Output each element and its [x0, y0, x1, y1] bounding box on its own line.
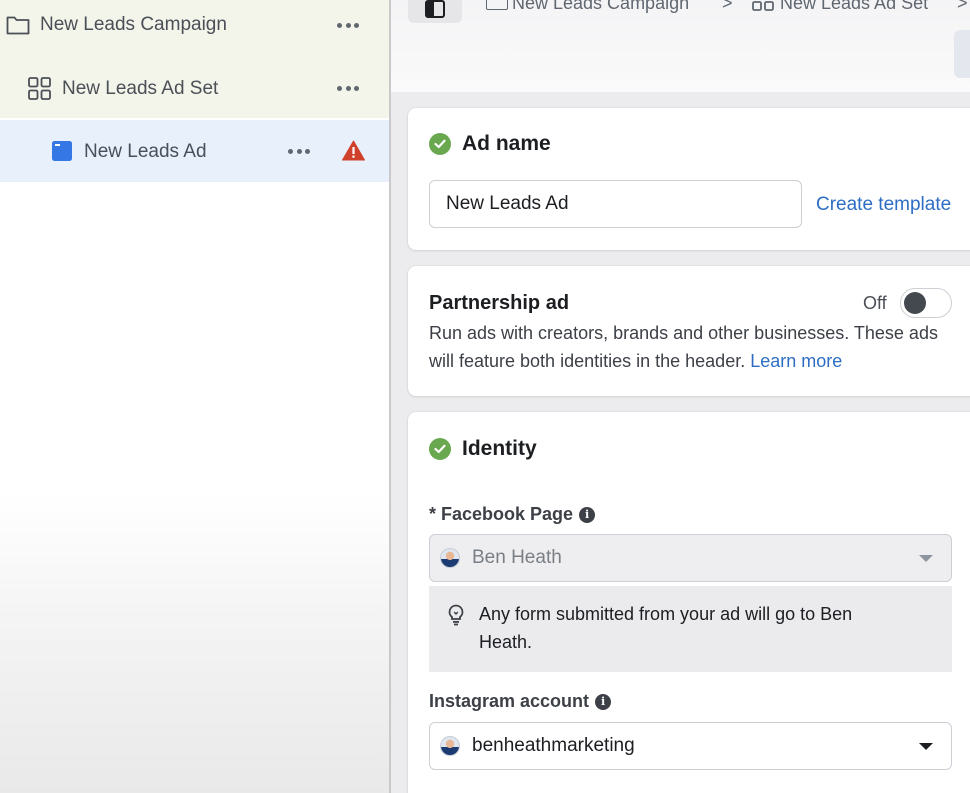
more-options-icon[interactable]	[286, 141, 312, 161]
sidebar-toggle-button[interactable]	[408, 0, 462, 23]
folder-icon	[486, 0, 508, 10]
instagram-account-select[interactable]: benheathmarketing	[429, 722, 952, 770]
warning-icon[interactable]	[342, 140, 365, 166]
card-title: Partnership ad	[429, 292, 570, 314]
breadcrumb-separator: >	[722, 0, 733, 13]
partnership-description: Run ads with creators, brands and other …	[429, 319, 949, 375]
facebook-page-value: Ben Heath	[472, 547, 562, 568]
ad-icon	[52, 141, 72, 166]
panel-icon	[425, 0, 445, 18]
campaign-tree-sidebar: New Leads Campaign New Leads Ad Set New …	[0, 0, 389, 793]
breadcrumb-item-campaign[interactable]: New Leads Campaign	[512, 0, 689, 14]
chevron-down-icon	[919, 743, 933, 750]
create-template-link[interactable]: Create template	[816, 194, 951, 216]
breadcrumb-item-ad-set[interactable]: New Leads Ad Set	[780, 0, 928, 14]
card-title: Identity	[462, 437, 537, 460]
tree-item-label: New Leads Ad	[84, 141, 207, 162]
sidebar-divider	[389, 0, 391, 793]
facebook-page-label-text: * Facebook Page	[429, 504, 574, 524]
info-icon[interactable]: i	[595, 693, 612, 710]
info-icon[interactable]: i	[579, 506, 596, 523]
facebook-page-label: * Facebook Page i	[429, 504, 596, 525]
tree-item-label: New Leads Ad Set	[62, 78, 219, 99]
check-circle-icon	[429, 438, 451, 460]
identity-card: Identity * Facebook Page i Ben Heath Any …	[408, 412, 970, 793]
facebook-page-select[interactable]: Ben Heath	[429, 534, 952, 582]
check-circle-icon	[429, 133, 451, 155]
form-destination-notice: Any form submitted from your ad will go …	[429, 586, 952, 672]
breadcrumb-separator: >	[957, 0, 968, 13]
avatar	[440, 548, 460, 568]
partnership-description-text: Run ads with creators, brands and other …	[429, 323, 938, 371]
form-destination-text: Any form submitted from your ad will go …	[479, 604, 853, 652]
ad-name-input-value: New Leads Ad	[446, 193, 569, 214]
tree-item-ad[interactable]: New Leads Ad	[0, 120, 389, 182]
instagram-account-label-text: Instagram account	[429, 691, 590, 711]
tree-item-ad-set[interactable]: New Leads Ad Set	[0, 58, 389, 118]
grid-icon	[752, 0, 774, 17]
learn-more-link[interactable]: Learn more	[750, 351, 842, 371]
side-panel-tab[interactable]	[954, 30, 970, 78]
more-options-icon[interactable]	[335, 15, 361, 35]
ad-name-input[interactable]: New Leads Ad	[429, 180, 802, 228]
toggle-label: Off	[863, 293, 887, 313]
instagram-account-value: benheathmarketing	[472, 735, 635, 756]
instagram-account-label: Instagram account i	[429, 691, 612, 712]
chevron-down-icon	[919, 555, 933, 562]
toggle-knob	[904, 292, 926, 314]
grid-icon	[28, 77, 51, 105]
partnership-ad-card: Partnership ad Off Run ads with creators…	[408, 266, 970, 396]
folder-icon	[6, 15, 30, 40]
partnership-ad-toggle[interactable]	[900, 288, 952, 318]
tree-item-label: New Leads Campaign	[40, 14, 227, 35]
tree-item-campaign[interactable]: New Leads Campaign	[0, 0, 389, 55]
avatar	[440, 736, 460, 756]
ad-name-card: Ad name New Leads Ad Create template	[408, 108, 970, 250]
card-title: Ad name	[462, 132, 551, 155]
more-options-icon[interactable]	[335, 78, 361, 98]
lightbulb-icon	[447, 604, 465, 631]
